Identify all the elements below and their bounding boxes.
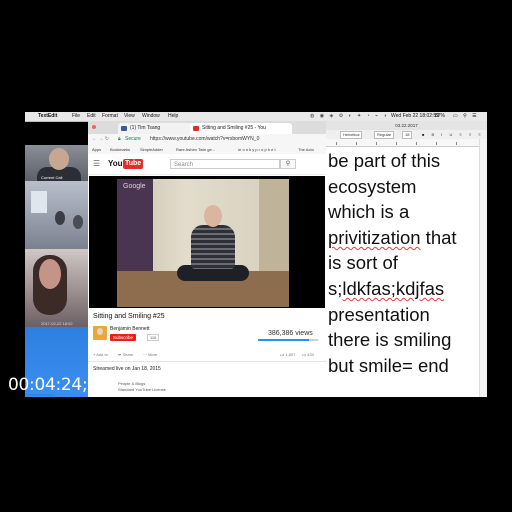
youtube-favicon-icon [193, 126, 199, 131]
bookmark-rare-ashen[interactable]: Rare Ashen Twin ge... [176, 145, 215, 154]
url-text[interactable]: https://www.youtube.com/watch?v=rxbomWYN… [150, 134, 259, 145]
menu-app-name[interactable]: TextEdit [38, 112, 57, 121]
video-category[interactable]: People & Blogs [118, 381, 145, 386]
subscriber-count: 116 [147, 334, 160, 341]
font-family-select[interactable]: Helvetica [340, 131, 363, 139]
ruler[interactable] [326, 139, 487, 147]
ruler-tick [396, 142, 397, 145]
menu-file[interactable]: File [72, 112, 80, 121]
person-head [204, 205, 222, 227]
channel-avatar[interactable] [93, 326, 107, 340]
facebook-icon [121, 126, 127, 131]
text-line: ecosystem [328, 175, 417, 197]
text-line: there is smiling [328, 329, 452, 351]
dislike-button[interactable]: 👎︎ 434 [302, 352, 314, 358]
menu-help[interactable]: Help [168, 112, 178, 121]
menubar-clock[interactable]: Wed Feb 22 18:02:59 [391, 112, 439, 121]
nav-arrows-icon[interactable]: ← → ↻ [92, 134, 109, 145]
battery-indicator[interactable]: 87% [435, 112, 445, 121]
bookmark-simpleadder[interactable]: SimpleAdder [140, 145, 163, 154]
search-input[interactable]: Search [170, 159, 280, 169]
share-button[interactable]: ➦ Share [118, 352, 133, 357]
browser-window: (1) Tim Tsang Sitting and Smiling #25 - … [88, 121, 326, 397]
thumbnail-label: Current Call [41, 175, 63, 180]
add-to-button[interactable]: + Add to [93, 352, 108, 357]
like-count: 1,807 [285, 352, 296, 357]
dislike-count: 434 [307, 352, 314, 357]
video-frame: Google [117, 179, 289, 307]
menu-view[interactable]: View [124, 112, 135, 121]
text-line: is sort of [328, 252, 398, 274]
view-count: 386,386 views [268, 330, 313, 337]
video-license: Standard YouTube License [118, 387, 166, 392]
tab-strip: (1) Tim Tsang Sitting and Smiling #25 - … [88, 121, 326, 134]
textedit-title: 03.22.2017 [326, 121, 487, 130]
tab-label: (1) Tim Tsang [130, 125, 161, 131]
avatar-face [97, 328, 103, 335]
bookmark-the-acto[interactable]: The Acto [298, 145, 314, 154]
bookmark-apps[interactable]: Apps [92, 145, 101, 154]
font-size-select[interactable]: 18 [402, 131, 413, 139]
text-line: but smile= end [328, 354, 449, 376]
bookmark-monkyprophet[interactable]: m o n k y p r o p h e t [238, 145, 276, 154]
lock-icon: 🔒︎ [118, 136, 121, 142]
text-line: presentation [328, 303, 430, 325]
thumbnail-label: 2017-02-22 18:02 [41, 321, 73, 326]
menu-edit[interactable]: Edit [87, 112, 96, 121]
text-line: s;ldkfas;kdjfas [328, 277, 445, 299]
video-player[interactable]: Google [89, 176, 325, 308]
tab-facebook[interactable]: (1) Tim Tsang [118, 123, 200, 134]
hamburger-menu-icon[interactable]: ☰ [93, 159, 100, 168]
person-silhouette [55, 211, 65, 225]
add-to-label: Add to [96, 352, 108, 357]
room-window [31, 191, 47, 213]
tab-label: Sitting and Smiling #25 - You [202, 125, 266, 131]
secure-label: Secure [125, 136, 141, 142]
close-window-icon[interactable] [92, 125, 96, 129]
font-style-select[interactable]: Regular [374, 131, 395, 139]
ruler-tick [336, 142, 337, 145]
search-icon[interactable]: ⚲ [280, 159, 296, 169]
like-ratio-bar [258, 339, 318, 341]
text-line: privitization that [328, 226, 457, 248]
document-text[interactable]: be part of this ecosystem which is a pri… [328, 148, 483, 378]
person-face [49, 148, 69, 170]
textedit-window: 03.22.2017 Helvetica Regular 18 ■ B I U … [326, 121, 487, 397]
ruler-tick [436, 142, 437, 145]
text-line: be part of this [328, 150, 441, 171]
more-label: More [148, 352, 158, 357]
ruler-tick [376, 142, 377, 145]
like-button[interactable]: 👍︎ 1,807 [280, 352, 295, 358]
ruler-tick [356, 142, 357, 145]
timeline-progress [25, 394, 55, 396]
person-torso [191, 225, 235, 269]
share-label: Share [122, 352, 134, 357]
menu-window[interactable]: Window [142, 112, 160, 121]
like-ratio-fill [258, 339, 309, 341]
channel-name[interactable]: Benjamin Bennett [110, 326, 149, 332]
person-face [39, 259, 61, 289]
youtube-header: ☰ You Tube Search ⚲ [88, 154, 326, 175]
person-silhouette [73, 215, 83, 229]
logo-tube: Tube [123, 159, 144, 169]
ruler-tick [456, 142, 457, 145]
timecode-overlay: 00:04:24;06 [8, 375, 109, 395]
status-icons[interactable]: ◍ ◉ ◈ ⚙ ◐ ✦ ◔ ⌁ ◑ [310, 112, 388, 121]
divider [88, 361, 326, 362]
menu-format[interactable]: Format [102, 112, 118, 121]
video-title: Sitting and Smiling #25 [93, 313, 165, 320]
tab-youtube[interactable]: Sitting and Smiling #25 - You [190, 123, 292, 134]
logo-you: You [108, 159, 123, 168]
subscribe-button[interactable]: Subscribe [110, 334, 137, 341]
menubar-extra-icons[interactable]: ▭ ⚲ ☰ [453, 112, 479, 121]
bookmark-bookmarks[interactable]: Bookmarks [110, 145, 130, 154]
video-watermark: Google [123, 183, 146, 190]
ruler-tick [416, 142, 417, 145]
publish-date: Streamed live on Jan 18, 2015 [93, 366, 161, 372]
door [259, 179, 289, 271]
text-line: which is a [328, 201, 410, 223]
more-button[interactable]: ··· More [143, 352, 157, 357]
